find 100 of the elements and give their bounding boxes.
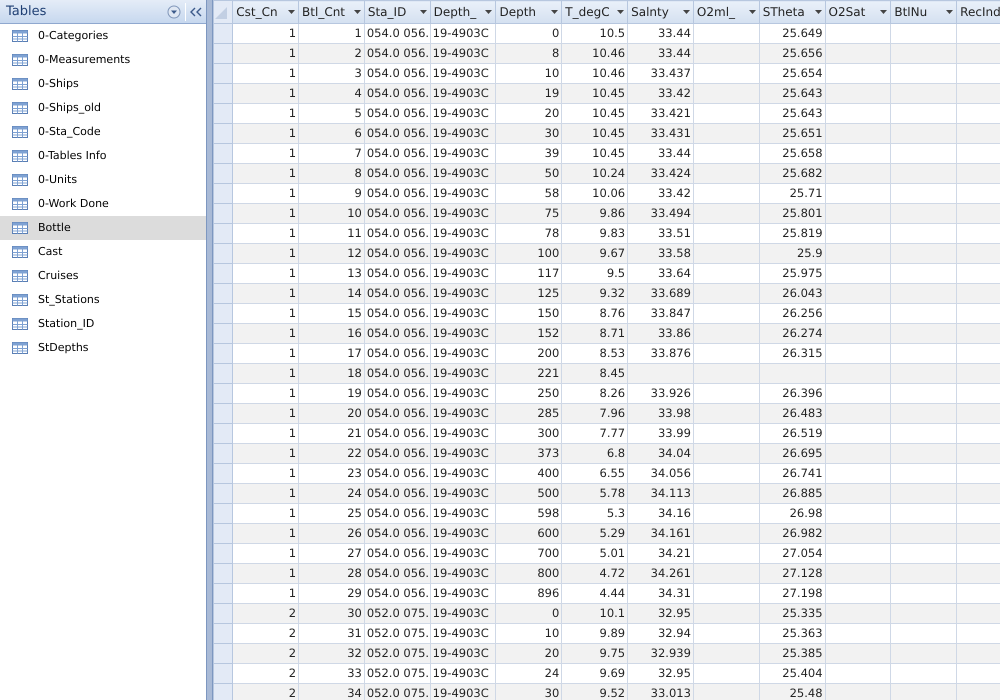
row-selector[interactable] bbox=[214, 164, 233, 184]
row-selector[interactable] bbox=[214, 544, 233, 564]
row-selector[interactable] bbox=[214, 424, 233, 444]
table-cell: 34.04 bbox=[628, 444, 694, 464]
row-selector[interactable] bbox=[214, 204, 233, 224]
table-icon bbox=[12, 294, 28, 306]
table-cell: 30 bbox=[496, 684, 562, 700]
row-selector[interactable] bbox=[214, 64, 233, 84]
table-cell: 052.0 075. bbox=[364, 684, 430, 700]
table-list-item[interactable]: 0-Categories bbox=[0, 24, 206, 48]
table-cell: 6 bbox=[298, 124, 364, 144]
table-list-item[interactable]: 0-Sta_Code bbox=[0, 120, 206, 144]
column-header[interactable]: Cst_Cn bbox=[232, 0, 299, 24]
table-cell: 2 bbox=[232, 684, 299, 700]
row-selector[interactable] bbox=[214, 324, 233, 344]
table-cell: 19-4903C bbox=[430, 564, 496, 584]
table-cell: 7.96 bbox=[562, 404, 628, 424]
column-header[interactable]: STheta bbox=[759, 0, 826, 24]
row-selector[interactable] bbox=[214, 564, 233, 584]
table-cell: 1 bbox=[232, 284, 299, 304]
row-selector[interactable] bbox=[214, 484, 233, 504]
row-selector[interactable] bbox=[214, 244, 233, 264]
table-cell: 19-4903C bbox=[430, 204, 496, 224]
table-cell: 25.385 bbox=[759, 644, 826, 664]
row-selector[interactable] bbox=[214, 44, 233, 64]
row-selector[interactable] bbox=[214, 584, 233, 604]
table-list-item[interactable]: 0-Work Done bbox=[0, 192, 206, 216]
table-list-item[interactable]: 0-Ships bbox=[0, 72, 206, 96]
column-header[interactable]: Depth_ bbox=[430, 0, 496, 24]
table-cell: 12 bbox=[298, 244, 364, 264]
row-selector[interactable] bbox=[214, 384, 233, 404]
table-list-item[interactable]: 0-Ships_old bbox=[0, 96, 206, 120]
row-selector[interactable] bbox=[214, 684, 233, 700]
row-selector[interactable] bbox=[214, 604, 233, 624]
row-selector[interactable] bbox=[214, 364, 233, 384]
table-list-item[interactable]: 0-Measurements bbox=[0, 48, 206, 72]
column-header[interactable]: T_degC bbox=[562, 0, 628, 24]
row-selector[interactable] bbox=[214, 144, 233, 164]
table-cell: 26.043 bbox=[759, 284, 826, 304]
table-cell: 054.0 056. bbox=[364, 444, 430, 464]
row-selector[interactable] bbox=[214, 464, 233, 484]
table-cell: 1 bbox=[232, 484, 299, 504]
table-icon bbox=[12, 126, 28, 138]
table-cell: 9.75 bbox=[562, 644, 628, 664]
table-cell: 054.0 056. bbox=[364, 204, 430, 224]
table-list-item[interactable]: Cast bbox=[0, 240, 206, 264]
table-cell: 26.982 bbox=[759, 524, 826, 544]
double-chevron-icon bbox=[190, 6, 202, 16]
table-cell: 1 bbox=[232, 364, 299, 384]
column-header[interactable]: RecInd bbox=[956, 0, 1000, 24]
row-selector[interactable] bbox=[214, 84, 233, 104]
table-cell: 26.695 bbox=[759, 444, 826, 464]
table-list-item[interactable]: Cruises bbox=[0, 264, 206, 288]
column-header[interactable]: Salnty bbox=[628, 0, 694, 24]
row-selector[interactable] bbox=[214, 444, 233, 464]
table-cell: 34.161 bbox=[628, 524, 694, 544]
row-selector[interactable] bbox=[214, 184, 233, 204]
table-cell: 20 bbox=[496, 644, 562, 664]
column-header[interactable]: O2Sat bbox=[825, 0, 891, 24]
table-cell: 8.71 bbox=[562, 324, 628, 344]
table-list-item[interactable]: 0-Tables Info bbox=[0, 144, 206, 168]
column-header[interactable]: Depth bbox=[496, 0, 562, 24]
row-selector[interactable] bbox=[214, 504, 233, 524]
row-selector[interactable] bbox=[214, 664, 233, 684]
row-selector[interactable] bbox=[214, 624, 233, 644]
column-header[interactable]: O2ml_ bbox=[693, 0, 760, 24]
table-cell: 25.643 bbox=[759, 84, 826, 104]
row-selector[interactable] bbox=[214, 344, 233, 364]
column-header[interactable]: Btl_Cnt bbox=[298, 0, 364, 24]
row-selector[interactable] bbox=[214, 404, 233, 424]
row-selector[interactable] bbox=[214, 24, 233, 44]
column-header[interactable]: BtlNu bbox=[890, 0, 957, 24]
table-list-item[interactable]: Bottle bbox=[0, 216, 206, 240]
table-list-item[interactable]: St_Stations bbox=[0, 288, 206, 312]
table-cell: 33.431 bbox=[628, 124, 694, 144]
table-cell: 25.9 bbox=[759, 244, 826, 264]
table-cell: 10.46 bbox=[562, 44, 628, 64]
table-icon bbox=[12, 270, 28, 282]
table-cell: 1 bbox=[232, 44, 299, 64]
table-list-item[interactable]: 0-Units bbox=[0, 168, 206, 192]
table-cell: 8 bbox=[496, 44, 562, 64]
table-list-item[interactable]: StDepths bbox=[0, 336, 206, 360]
row-selector[interactable] bbox=[214, 284, 233, 304]
table-cell: 18 bbox=[298, 364, 364, 384]
column-header[interactable]: Sta_ID bbox=[364, 0, 430, 24]
row-selector[interactable] bbox=[214, 264, 233, 284]
table-cell: 2 bbox=[232, 644, 299, 664]
row-selector[interactable] bbox=[214, 104, 233, 124]
table-list-item[interactable]: Station_ID bbox=[0, 312, 206, 336]
table-cell: 9.32 bbox=[562, 284, 628, 304]
row-selector[interactable] bbox=[214, 524, 233, 544]
row-selector[interactable] bbox=[214, 644, 233, 664]
row-selector[interactable] bbox=[214, 124, 233, 144]
row-selector[interactable] bbox=[214, 224, 233, 244]
row-selector[interactable] bbox=[214, 304, 233, 324]
table-cell: 9.67 bbox=[562, 244, 628, 264]
table-cell: 10.24 bbox=[562, 164, 628, 184]
table-icon bbox=[12, 342, 28, 354]
table-cell: 1 bbox=[232, 244, 299, 264]
table-cell: 33.494 bbox=[628, 204, 694, 224]
